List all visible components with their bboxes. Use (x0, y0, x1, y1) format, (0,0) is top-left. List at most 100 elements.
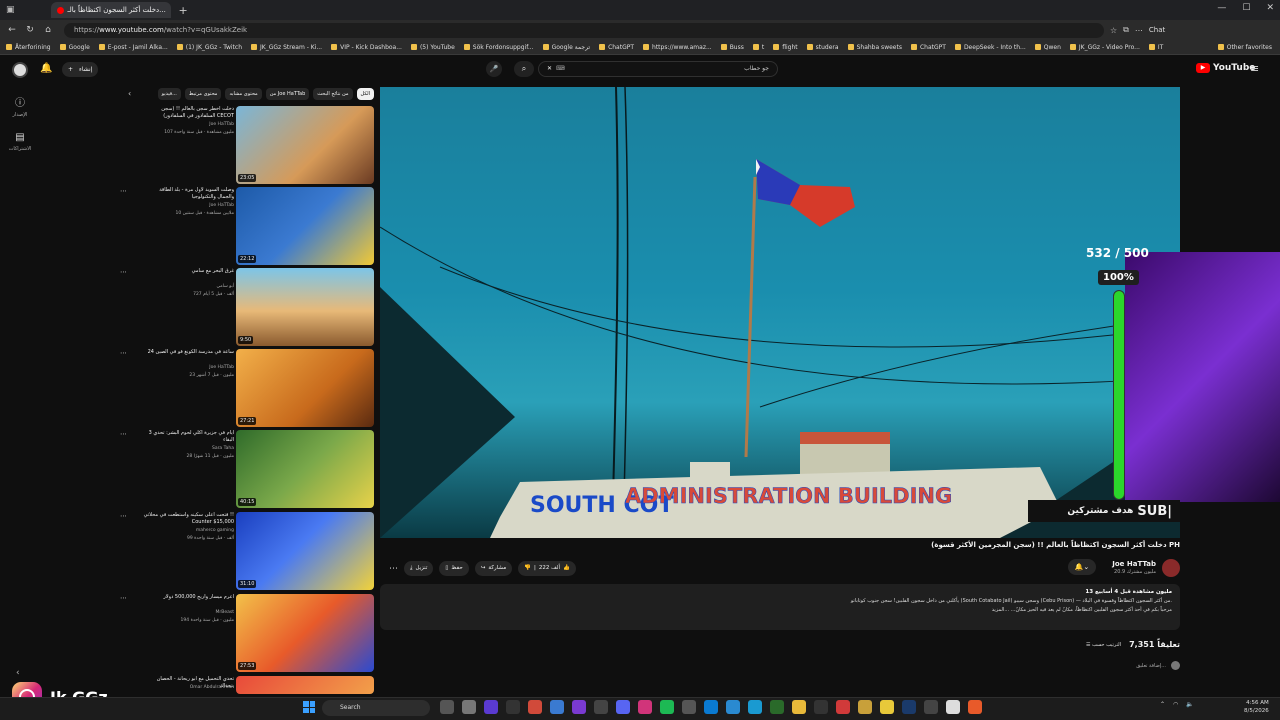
bookmark-item[interactable]: Qwen (1034, 44, 1061, 51)
more-options-icon[interactable]: ⋯ (120, 594, 127, 602)
bookmark-item[interactable]: (5) YouTube (410, 44, 455, 51)
channel-name[interactable]: أبو سامي (142, 284, 234, 289)
home-icon[interactable]: ⌂ (42, 25, 54, 35)
like-icon[interactable]: 👍 (563, 561, 570, 576)
app-icon[interactable] (550, 700, 564, 714)
video-thumbnail[interactable] (236, 676, 374, 694)
list-item[interactable]: 23:05 دخلت أخطر سجن بالعالم !! (سجن السل… (116, 106, 376, 186)
rail-item-subscriptions[interactable]: ▤ الاشتراكات (0, 132, 40, 152)
app-icon[interactable] (638, 700, 652, 714)
bookmark-item[interactable]: Återforining (6, 44, 51, 51)
app-icon[interactable] (726, 700, 740, 714)
account-avatar[interactable] (12, 62, 28, 78)
channel-name[interactable]: Omar Abdulrahman (142, 685, 234, 690)
video-thumbnail[interactable]: 27:53 (236, 594, 374, 672)
obs-icon[interactable] (946, 700, 960, 714)
bookmark-item[interactable]: VIP - Kick Dashboa... (331, 44, 402, 51)
chat-button[interactable]: Chat (1149, 26, 1165, 34)
browser-tab-active[interactable]: دخلت أكثر السجون اكتظاظاً بالـ... × (50, 2, 171, 18)
edge-icon[interactable] (748, 700, 762, 714)
chip-all[interactable]: الكل (356, 88, 374, 100)
close-tab-icon[interactable]: × (170, 6, 171, 15)
brave-icon[interactable] (968, 700, 982, 714)
extensions-icon[interactable]: ⧉ (1123, 25, 1129, 35)
taskbar-search[interactable]: Search (322, 700, 430, 716)
more-options-icon[interactable]: ⋯ (120, 187, 127, 195)
keyboard-icon[interactable]: ⌨ (556, 62, 565, 76)
bookmark-item[interactable]: Google ترجمة (542, 44, 590, 51)
windows-start-icon[interactable] (303, 701, 315, 713)
tray-chevron-icon[interactable]: ⌃ (1160, 701, 1165, 708)
app-icon[interactable] (484, 700, 498, 714)
video-thumbnail[interactable]: 40:15 (236, 430, 374, 508)
settings-icon[interactable]: ⋯ (1135, 26, 1143, 35)
bookmark-item[interactable]: IT (1148, 44, 1163, 51)
video-player[interactable]: SOUTH COT ADMINISTRATION BUILDING (380, 87, 1180, 538)
list-item[interactable]: 22:12 ⋯ وصلت السويد لأول مرة - بلد الطاق… (116, 187, 376, 267)
other-favorites[interactable]: Other favorites (1217, 44, 1272, 51)
bookmark-item[interactable]: t (752, 44, 764, 51)
list-item[interactable]: 27:21 ⋯ 24 ساعة في مدرسة الكونغ فو في ال… (116, 349, 376, 429)
back-icon[interactable]: ← (6, 25, 18, 35)
refresh-icon[interactable]: ↻ (24, 25, 36, 35)
bookmark-item[interactable]: Sök Fordonsuppgif... (463, 44, 534, 51)
app-icon[interactable] (770, 700, 784, 714)
bookmark-item[interactable]: Google (59, 44, 90, 51)
app-icon[interactable] (858, 700, 872, 714)
new-tab-icon[interactable]: + (179, 4, 188, 17)
channel-name[interactable]: Sara Taha (142, 446, 234, 451)
video-thumbnail[interactable]: 27:21 (236, 349, 374, 427)
video-description[interactable]: 13 مليون مشاهدة قبل 4 أسابيع يأكلني من د… (380, 584, 1180, 630)
more-options-icon[interactable]: ⋯ (120, 268, 127, 276)
video-title[interactable]: أعرم ميسار وأربح 500,000 دولار (142, 594, 234, 601)
video-thumbnail[interactable]: 9:50 (236, 268, 374, 346)
list-item[interactable]: 9:50 ⋯ غرق البحر مع سامي أبو سامي 727 أل… (116, 268, 376, 348)
list-item[interactable]: 27:53 ⋯ أعرم ميسار وأربح 500,000 دولار M… (116, 594, 376, 674)
app-icon[interactable] (528, 700, 542, 714)
app-icon[interactable] (506, 700, 520, 714)
dislike-icon[interactable]: 👎 (524, 561, 531, 576)
spotify-icon[interactable] (660, 700, 674, 714)
video-title[interactable]: فتحت أعلى سكينه واستطعت في محلاتي !! Cou… (142, 512, 234, 526)
collapse-arrow-icon[interactable]: ‹ (16, 668, 20, 678)
more-options-icon[interactable]: ⋯ (120, 512, 127, 520)
save-button[interactable]: ▯ حفظ (439, 560, 469, 576)
chip-from-channel[interactable]: من Joe HaTTab (265, 88, 310, 100)
channel-name[interactable]: Joe HaTTab (142, 203, 234, 208)
app-icon[interactable] (814, 700, 828, 714)
search-button[interactable]: ⌕ (514, 61, 534, 77)
hamburger-menu-icon[interactable]: ≡ (1250, 62, 1259, 75)
taskbar-clock[interactable]: 4:56 AM 8/5/2026 (1244, 699, 1269, 715)
create-button[interactable]: + إنشاء (62, 62, 99, 77)
more-options-icon[interactable]: ⋯ (120, 430, 127, 438)
video-title[interactable]: 3 أيام في جزيرة أكلي لحوم البشر: تحدي ال… (142, 430, 234, 444)
channel-name[interactable]: Joe HaTTab (142, 365, 234, 370)
wifi-icon[interactable]: ◠ (1173, 701, 1178, 708)
bookmark-item[interactable]: studera (806, 44, 839, 51)
bookmark-item[interactable]: ChatGPT (910, 44, 946, 51)
rail-item-versions[interactable]: ⓘ الإصدار (0, 94, 40, 118)
app-icon[interactable] (682, 700, 696, 714)
download-button[interactable]: ⤓ تنزيل (404, 560, 434, 576)
video-thumbnail[interactable]: 23:05 (236, 106, 374, 184)
channel-name[interactable]: MrBeast (142, 610, 234, 615)
video-title[interactable]: وصلت السويد لأول مرة - بلد الطاقة والجما… (142, 187, 234, 201)
chip-videos[interactable]: فيديو... (157, 88, 181, 100)
channel-name-main[interactable]: Joe HaTTab (1112, 560, 1156, 568)
steam-icon[interactable] (902, 700, 916, 714)
task-view-icon[interactable] (440, 700, 454, 714)
search-input[interactable]: ✕ ⌨ جو حطاب (538, 61, 778, 77)
maximize-icon[interactable]: ☐ (1242, 3, 1250, 13)
like-count[interactable]: 222 ألف (539, 561, 560, 576)
app-icon[interactable] (836, 700, 850, 714)
share-button[interactable]: ↪ مشاركة (474, 560, 513, 576)
more-options-icon[interactable]: ⋯ (120, 349, 127, 357)
notifications-bell-icon[interactable]: 🔔 (40, 63, 52, 74)
clear-search-icon[interactable]: ✕ (547, 62, 552, 76)
bookmark-item[interactable]: ChatGPT (599, 44, 634, 51)
app-icon[interactable] (462, 700, 476, 714)
bookmark-item[interactable]: E-post - Jamil Alka... (98, 44, 168, 51)
app-icon[interactable] (572, 700, 586, 714)
voice-search-mic-icon[interactable]: 🎤 (486, 61, 502, 77)
chip-search-results[interactable]: من نتائج البحث (313, 88, 353, 100)
